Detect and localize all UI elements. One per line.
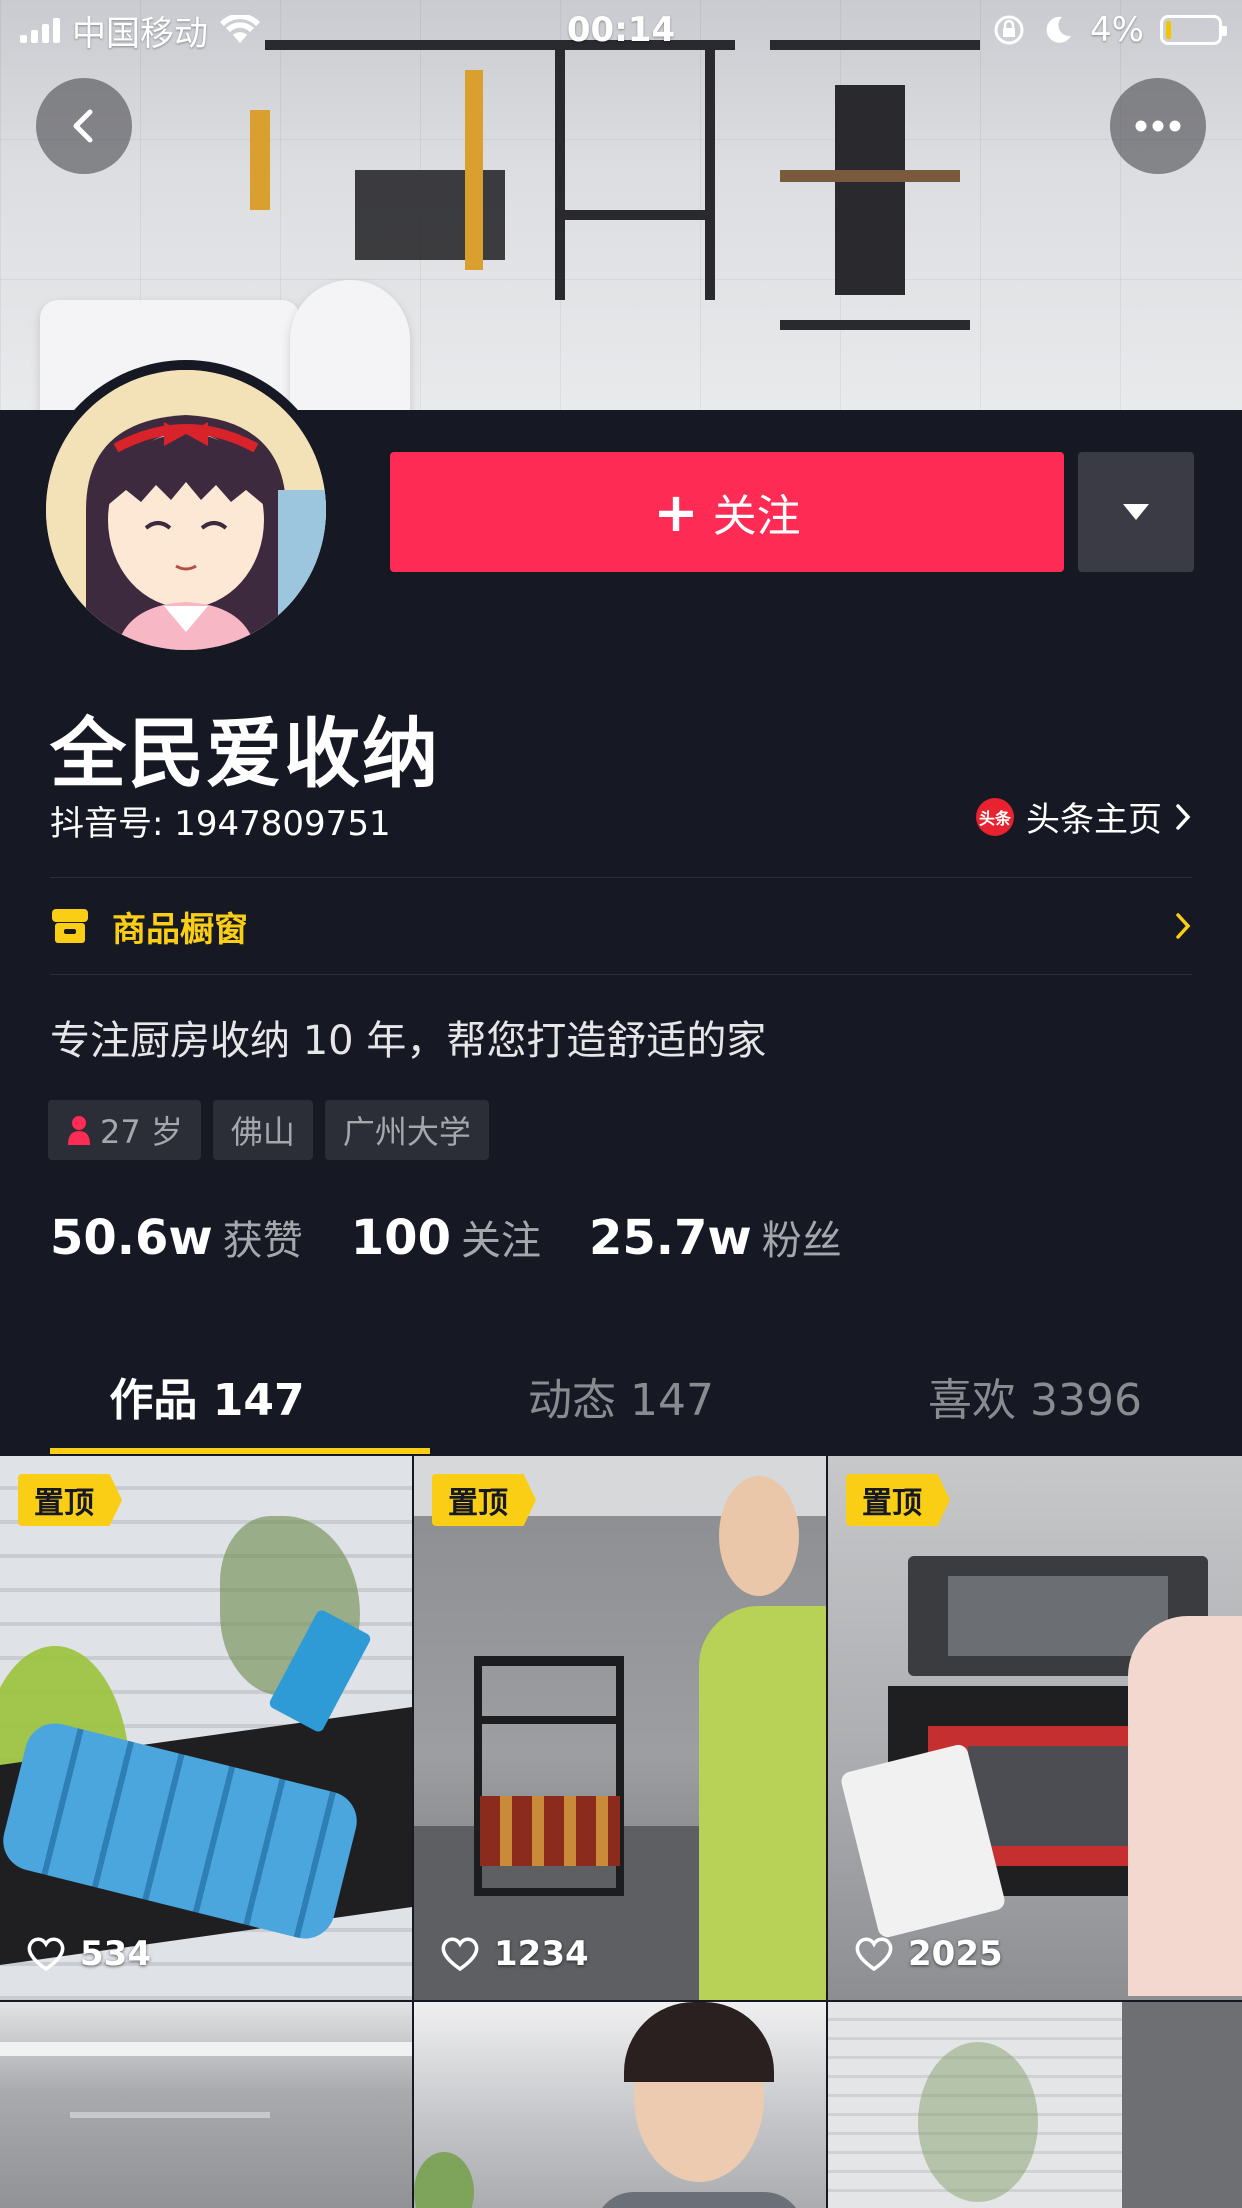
profile-page: 中国移动 00:14 4% + 关注 全民爱收纳 抖音号: 1947809751… <box>0 0 1242 2208</box>
battery-icon <box>1160 15 1227 45</box>
video-likes: 1234 <box>440 1934 589 1974</box>
likes-count: 50.6w <box>50 1210 213 1266</box>
shop-window-label: 商品橱窗 <box>112 909 248 950</box>
likes-stat: 50.6w 获赞 <box>50 1208 303 1266</box>
likes-label: 获赞 <box>222 1218 303 1264</box>
video-thumbnail[interactable] <box>828 2002 1242 2208</box>
location-label: 佛山 <box>230 1113 295 1151</box>
tab-activity[interactable]: 动态 147 <box>414 1340 828 1452</box>
pinned-badge: 置顶 <box>18 1474 122 1526</box>
divider <box>50 974 1192 975</box>
tab-indicator <box>50 1448 430 1454</box>
video-thumbnail[interactable]: 置顶 1234 <box>414 1456 826 2000</box>
video-thumbnail[interactable]: 置顶 2025 <box>828 1456 1242 2000</box>
video-thumbnail[interactable] <box>414 2002 826 2208</box>
back-button[interactable] <box>36 78 132 174</box>
status-bar: 中国移动 00:14 4% <box>0 0 1242 60</box>
shop-window-row[interactable]: 商品橱窗 <box>50 878 1192 974</box>
toutiao-homepage-link[interactable]: 头条 头条主页 <box>976 792 1192 841</box>
douyin-id: 抖音号: 1947809751 <box>50 804 391 844</box>
caret-down-icon <box>1123 504 1149 520</box>
chevron-right-icon <box>1176 803 1191 830</box>
school-label: 广州大学 <box>342 1113 471 1151</box>
female-icon <box>68 1116 90 1145</box>
likes-count: 1234 <box>494 1934 589 1974</box>
avatar-illustration <box>46 370 326 650</box>
content-tabs: 作品 147 动态 147 喜欢 3396 <box>0 1340 1242 1452</box>
video-thumbnail[interactable]: 置顶 534 <box>0 1456 412 2000</box>
carrier-label: 中国移动 <box>72 13 208 54</box>
recommend-dropdown-button[interactable] <box>1078 452 1194 572</box>
chevron-right-icon <box>1176 913 1191 939</box>
video-likes: 2025 <box>854 1934 1003 1974</box>
rotation-lock-icon <box>994 15 1024 45</box>
following-count: 100 <box>350 1210 451 1266</box>
age-label: 27 岁 <box>100 1113 183 1151</box>
followers-count: 25.7w <box>588 1210 752 1266</box>
tab-likes[interactable]: 喜欢 3396 <box>828 1340 1242 1452</box>
toutiao-logo-icon: 头条 <box>976 797 1014 836</box>
signal-icon <box>20 17 60 43</box>
video-thumbnail[interactable] <box>0 2002 412 2208</box>
profile-bio: 专注厨房收纳 10 年，帮您打造舒适的家 <box>50 1018 767 1064</box>
profile-stats: 50.6w 获赞 100 关注 25.7w 粉丝 <box>50 1208 842 1266</box>
followers-stat[interactable]: 25.7w 粉丝 <box>589 1208 842 1266</box>
likes-count: 2025 <box>908 1934 1003 1974</box>
plus-icon: + <box>653 480 699 544</box>
toutiao-link-label: 头条主页 <box>1026 800 1162 840</box>
more-button[interactable] <box>1110 78 1206 174</box>
followers-label: 粉丝 <box>761 1218 842 1264</box>
heart-icon <box>27 1937 65 1972</box>
clock: 00:14 <box>566 10 676 50</box>
wifi-icon <box>220 15 260 43</box>
avatar[interactable] <box>46 370 326 650</box>
pinned-badge: 置顶 <box>432 1474 536 1526</box>
location-tag: 佛山 <box>212 1100 313 1160</box>
age-tag: 27 岁 <box>48 1100 201 1160</box>
following-stat[interactable]: 100 关注 <box>351 1208 541 1266</box>
profile-tags: 27 岁 佛山 广州大学 <box>48 1100 489 1160</box>
tab-works[interactable]: 作品 147 <box>0 1340 414 1452</box>
battery-percent: 4% <box>1090 10 1144 50</box>
follow-button[interactable]: + 关注 <box>390 452 1064 572</box>
video-grid: 置顶 534 置顶 1234 置顶 2025 <box>0 1456 1242 2208</box>
heart-icon <box>855 1937 893 1972</box>
moon-icon <box>1046 16 1072 43</box>
profile-name: 全民爱收纳 <box>50 709 440 798</box>
heart-icon <box>441 1937 479 1972</box>
header-banner-image <box>0 0 1242 410</box>
more-dots-icon <box>1135 120 1181 132</box>
following-label: 关注 <box>460 1218 541 1264</box>
video-likes: 534 <box>26 1934 151 1974</box>
pinned-badge: 置顶 <box>846 1474 950 1526</box>
school-tag: 广州大学 <box>324 1100 489 1160</box>
chevron-left-icon <box>73 109 93 143</box>
shop-icon <box>52 909 88 943</box>
likes-count: 534 <box>80 1934 151 1974</box>
follow-label: 关注 <box>712 491 801 542</box>
avatar-frame <box>36 360 336 660</box>
